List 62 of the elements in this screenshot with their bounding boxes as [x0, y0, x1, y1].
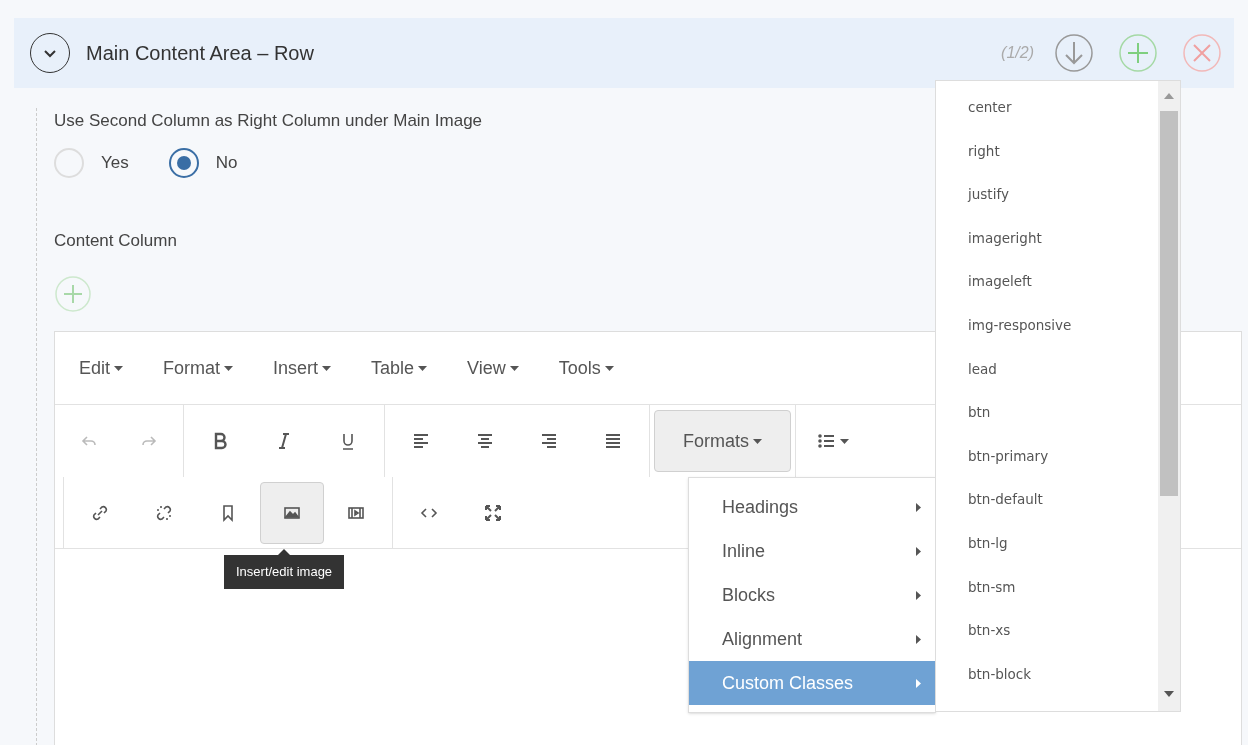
justify-icon [603, 431, 623, 451]
menu-item[interactable]: Blocks [689, 573, 935, 617]
class-option[interactable]: center [968, 97, 1012, 118]
scroll-down-icon[interactable] [1164, 691, 1174, 697]
panel-title: Main Content Area – Row [86, 41, 314, 66]
menu-button[interactable]: Insert [273, 354, 332, 382]
caret-icon [322, 365, 332, 371]
chevron-icon [43, 48, 57, 58]
menu-button[interactable]: View [467, 354, 519, 382]
caret-icon [839, 438, 849, 444]
class-option[interactable]: justify [968, 184, 1009, 205]
image-button[interactable] [260, 481, 324, 544]
align-center-icon [475, 431, 495, 451]
class-option[interactable]: lead [968, 358, 997, 379]
class-option[interactable]: btn-xs [968, 620, 1011, 641]
radio-label: No [215, 151, 238, 174]
tooltip-arrow-icon [278, 549, 291, 555]
class-option[interactable]: imageleft [968, 271, 1032, 292]
submenu-arrow-icon [916, 634, 921, 644]
move-down-icon[interactable] [1054, 33, 1094, 73]
class-option[interactable]: btn-primary [968, 445, 1049, 466]
submenu-arrow-icon [916, 590, 921, 600]
scrollbar[interactable] [1158, 81, 1180, 711]
menu-button[interactable]: Tools [558, 354, 614, 382]
submenu-arrow-icon [916, 502, 921, 512]
caret-icon [509, 365, 519, 371]
column-label: Content Column [54, 229, 177, 252]
tooltip: Insert/edit image [224, 549, 345, 589]
menu-button[interactable]: Table [371, 354, 428, 382]
menu-item[interactable]: Inline [689, 529, 935, 573]
caret-icon [114, 365, 124, 371]
submenu-arrow-icon [916, 546, 921, 556]
radio-button[interactable] [168, 147, 199, 178]
menu-item[interactable]: Alignment [689, 617, 935, 661]
class-option[interactable]: btn-default [968, 489, 1043, 510]
formats-button[interactable]: Formats [654, 410, 791, 472]
class-option[interactable]: right [968, 140, 1000, 161]
caret-icon [418, 365, 428, 371]
align-right-icon [539, 431, 559, 451]
caret-icon [604, 365, 614, 371]
add-icon[interactable] [1118, 33, 1158, 73]
row-counter: (1/2) [1001, 43, 1034, 63]
menu-button[interactable]: Edit [79, 354, 124, 382]
caret-icon [753, 438, 762, 444]
class-option[interactable]: img-responsive [968, 314, 1072, 336]
menu-button[interactable]: Format [163, 354, 234, 382]
add-icon[interactable] [54, 275, 92, 313]
close-icon[interactable] [1182, 33, 1222, 73]
class-option[interactable]: btn [968, 402, 991, 423]
submenu-arrow-icon [916, 678, 921, 688]
radio-label: Yes [101, 151, 129, 174]
class-option[interactable]: btn-lg [968, 532, 1008, 554]
bullet-list-icon [815, 431, 836, 451]
fullscreen-icon [483, 502, 503, 523]
class-option[interactable]: btn-sm [968, 576, 1016, 597]
class-option[interactable]: imageright [968, 227, 1042, 249]
scroll-up-icon[interactable] [1164, 93, 1174, 99]
class-option[interactable]: btn-block [968, 663, 1032, 684]
option-label: Use Second Column as Right Column under Main Image [54, 110, 483, 132]
caret-icon [224, 365, 234, 371]
menu-item[interactable]: Headings [689, 485, 935, 529]
align-left-icon [411, 431, 431, 451]
